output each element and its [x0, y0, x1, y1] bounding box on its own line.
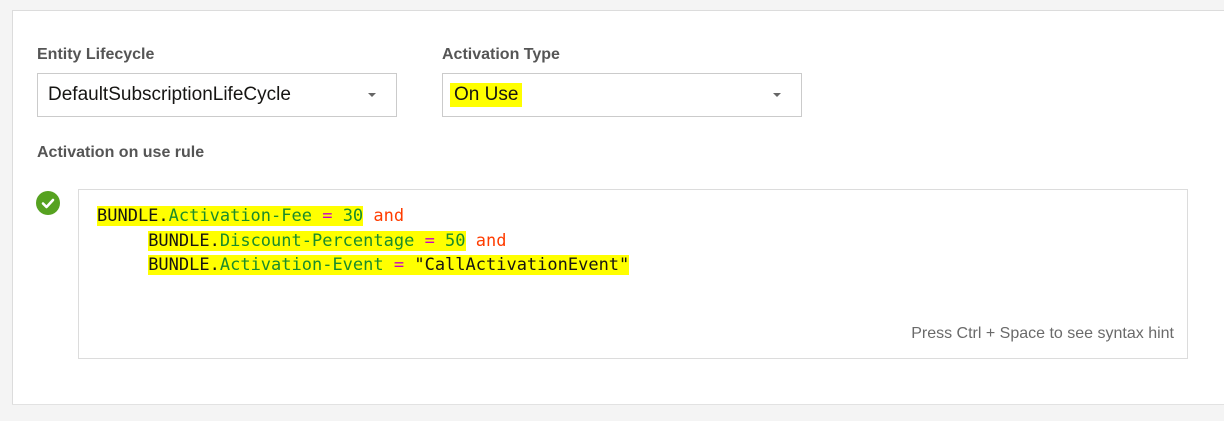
divider: [12, 404, 1224, 405]
code-field: Activation-Fee: [168, 206, 312, 226]
code-operator: =: [311, 206, 343, 226]
code-object: BUNDLE: [148, 255, 210, 275]
code-operator: =: [383, 255, 415, 275]
entity-lifecycle-label: Entity Lifecycle: [37, 46, 155, 63]
code-conjunction: and: [363, 206, 405, 226]
code-line: BUNDLE.Activation-Fee = 30 and: [97, 206, 405, 226]
activation-rule-label: Activation on use rule: [37, 144, 205, 161]
activation-type-select[interactable]: On Use: [442, 73, 802, 117]
check-circle-icon: [36, 191, 60, 215]
activation-type-value: On Use: [450, 83, 523, 107]
code-operator: =: [414, 230, 446, 251]
code-value: 50: [445, 230, 466, 251]
code-field: Activation-Event: [219, 255, 384, 275]
code-value: 30: [342, 206, 364, 226]
code-conjunction: and: [465, 230, 507, 251]
code-line: BUNDLE.Discount-Percentage = 50 and: [148, 230, 507, 251]
chevron-down-icon: [368, 93, 376, 97]
code-line: BUNDLE.Activation-Event = "CallActivatio…: [148, 255, 630, 275]
chevron-down-icon: [773, 93, 781, 97]
rule-editor[interactable]: BUNDLE.Activation-Fee = 30 and BUNDLE.Di…: [78, 189, 1188, 359]
code-value: "CallActivationEvent": [414, 255, 630, 275]
syntax-hint: Press Ctrl + Space to see syntax hint: [911, 325, 1174, 342]
entity-lifecycle-select[interactable]: DefaultSubscriptionLifeCycle: [37, 73, 397, 117]
code-object: BUNDLE: [148, 230, 210, 251]
activation-type-label: Activation Type: [442, 46, 560, 63]
code-field: Discount-Percentage: [219, 230, 415, 251]
rule-code: BUNDLE.Activation-Fee = 30 and BUNDLE.Di…: [97, 204, 630, 278]
entity-lifecycle-value: DefaultSubscriptionLifeCycle: [48, 84, 291, 105]
code-object: BUNDLE: [97, 206, 159, 226]
